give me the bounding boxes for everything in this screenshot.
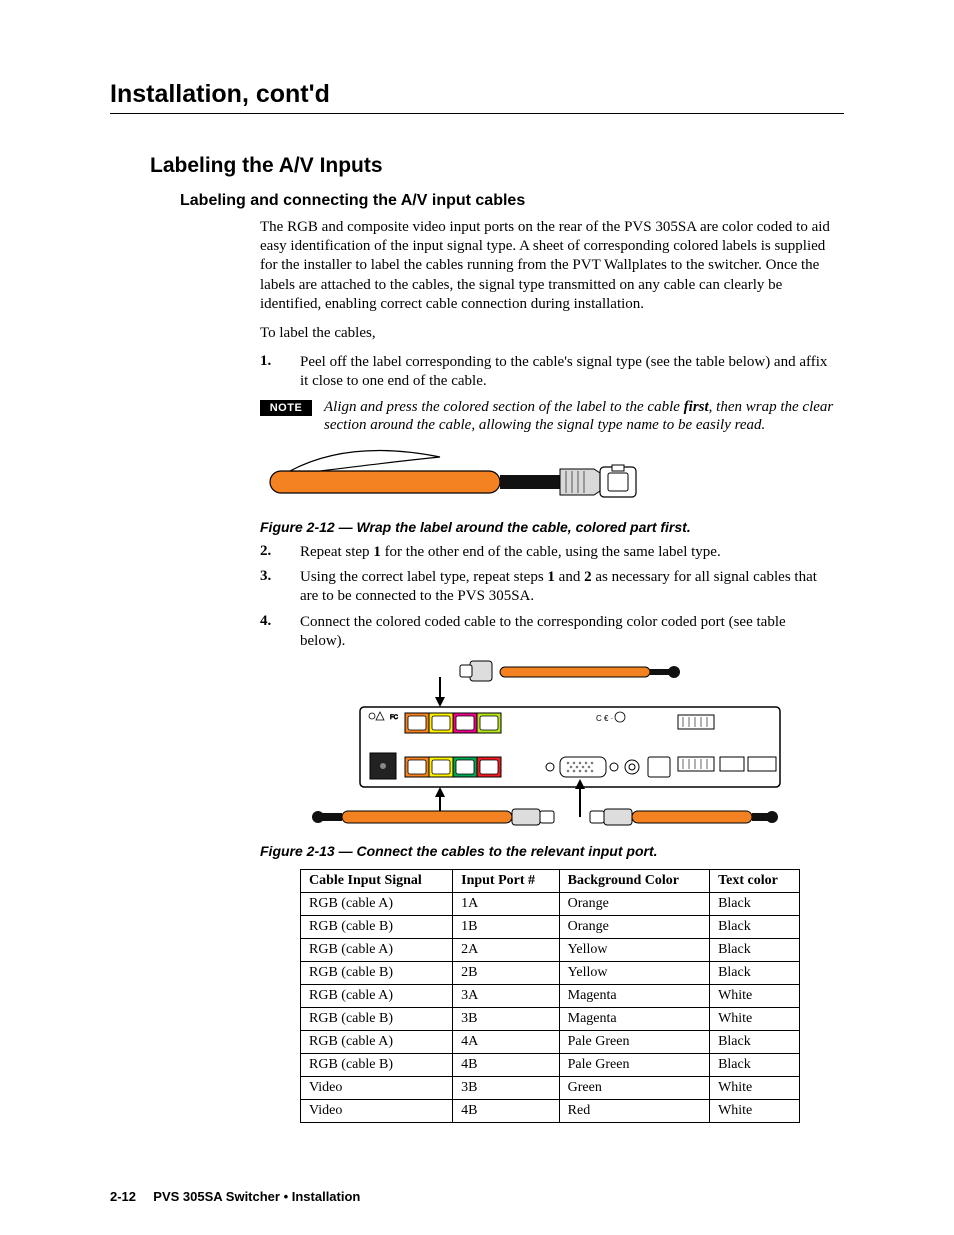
t: for the other end of the cable, using th… (381, 544, 721, 560)
td: Yellow (559, 938, 709, 961)
note-pre: Align and press the colored section of t… (324, 399, 684, 415)
t: Using the correct label type, repeat ste… (300, 569, 547, 585)
page-number: 2-12 (110, 1189, 136, 1204)
td: Magenta (559, 1007, 709, 1030)
cable-label-table: Cable Input Signal Input Port # Backgrou… (300, 869, 800, 1123)
svg-text:FC: FC (390, 715, 399, 721)
table-row: RGB (cable A)1AOrangeBlack (301, 892, 800, 915)
table-header-row: Cable Input Signal Input Port # Backgrou… (301, 869, 800, 892)
intro-paragraph: The RGB and composite video input ports … (260, 218, 834, 314)
td: Orange (559, 892, 709, 915)
note-badge: NOTE (260, 400, 312, 416)
td: White (710, 1076, 800, 1099)
td: RGB (cable A) (301, 938, 453, 961)
td: 3B (453, 1076, 560, 1099)
step-1: 1. Peel off the label corresponding to t… (260, 353, 834, 391)
note-text: Align and press the colored section of t… (324, 398, 834, 436)
td: Magenta (559, 984, 709, 1007)
footer-text: PVS 305SA Switcher • Installation (153, 1189, 360, 1204)
step-text: Repeat step 1 for the other end of the c… (300, 543, 834, 562)
figure-2-13-caption: Figure 2-13 — Connect the cables to the … (260, 843, 834, 859)
td: RGB (cable B) (301, 961, 453, 984)
rule (110, 113, 844, 114)
td: 4A (453, 1030, 560, 1053)
td: Red (559, 1099, 709, 1122)
td: 3A (453, 984, 560, 1007)
step-number: 2. (260, 543, 300, 562)
body: The RGB and composite video input ports … (260, 218, 834, 1123)
td: RGB (cable A) (301, 892, 453, 915)
td: 4B (453, 1053, 560, 1076)
table-row: Video4BRedWhite (301, 1099, 800, 1122)
td: RGB (cable B) (301, 1007, 453, 1030)
td: 2B (453, 961, 560, 984)
table-row: RGB (cable A)3AMagentaWhite (301, 984, 800, 1007)
td: 2A (453, 938, 560, 961)
td: White (710, 1007, 800, 1030)
td: Black (710, 1030, 800, 1053)
t: and (555, 569, 584, 585)
td: Black (710, 961, 800, 984)
td: 1B (453, 915, 560, 938)
step-number: 1. (260, 353, 300, 391)
th: Background Color (559, 869, 709, 892)
td: RGB (cable A) (301, 984, 453, 1007)
table-row: Video3BGreenWhite (301, 1076, 800, 1099)
td: White (710, 984, 800, 1007)
td: RGB (cable B) (301, 915, 453, 938)
rear-panel-illustration: FC (270, 657, 790, 837)
cable-label-illustration (260, 443, 660, 513)
th: Text color (710, 869, 800, 892)
td: 4B (453, 1099, 560, 1122)
td: Orange (559, 915, 709, 938)
step-4: 4. Connect the colored coded cable to th… (260, 613, 834, 651)
t: 1 (547, 569, 555, 585)
th: Cable Input Signal (301, 869, 453, 892)
td: Pale Green (559, 1030, 709, 1053)
table-row: RGB (cable A)2AYellowBlack (301, 938, 800, 961)
td: Pale Green (559, 1053, 709, 1076)
t: Repeat step (300, 544, 373, 560)
td: White (710, 1099, 800, 1122)
step-text: Using the correct label type, repeat ste… (300, 568, 834, 606)
section-heading: Labeling the A/V Inputs (150, 154, 844, 178)
step-3: 3. Using the correct label type, repeat … (260, 568, 834, 606)
note: NOTE Align and press the colored section… (260, 398, 834, 436)
td: 3B (453, 1007, 560, 1030)
svg-text:C € ·: C € · (596, 714, 613, 723)
figure-2-12 (260, 443, 834, 513)
t: 2 (584, 569, 592, 585)
td: Black (710, 938, 800, 961)
subsection-heading: Labeling and connecting the A/V input ca… (180, 192, 844, 210)
table-row: RGB (cable B)4BPale GreenBlack (301, 1053, 800, 1076)
td: Black (710, 892, 800, 915)
step-number: 3. (260, 568, 300, 606)
running-head: Installation, cont'd (110, 80, 844, 109)
t: 1 (373, 544, 381, 560)
step-number: 4. (260, 613, 300, 651)
td: Black (710, 915, 800, 938)
table-row: RGB (cable A)4APale GreenBlack (301, 1030, 800, 1053)
step-text: Connect the colored coded cable to the c… (300, 613, 834, 651)
figure-2-12-caption: Figure 2-12 — Wrap the label around the … (260, 519, 834, 535)
footer: 2-12 PVS 305SA Switcher • Installation (110, 1189, 360, 1205)
step-2: 2. Repeat step 1 for the other end of th… (260, 543, 834, 562)
table-row: RGB (cable B)2BYellowBlack (301, 961, 800, 984)
note-bold: first (684, 399, 709, 415)
td: Video (301, 1076, 453, 1099)
td: RGB (cable B) (301, 1053, 453, 1076)
step-text: Peel off the label corresponding to the … (300, 353, 834, 391)
td: Green (559, 1076, 709, 1099)
lead-in: To label the cables, (260, 324, 834, 343)
th: Input Port # (453, 869, 560, 892)
td: RGB (cable A) (301, 1030, 453, 1053)
table-row: RGB (cable B)3BMagentaWhite (301, 1007, 800, 1030)
td: Video (301, 1099, 453, 1122)
td: Black (710, 1053, 800, 1076)
figure-2-13: FC (270, 657, 834, 837)
td: 1A (453, 892, 560, 915)
td: Yellow (559, 961, 709, 984)
table-row: RGB (cable B)1BOrangeBlack (301, 915, 800, 938)
